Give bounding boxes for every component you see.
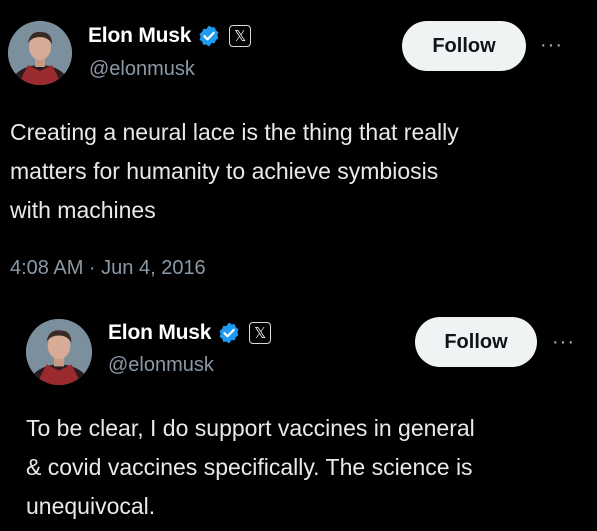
tweet-text: Creating a neural lace is the thing that… — [10, 113, 459, 230]
author-row: Elon Musk 𝕏 — [88, 24, 252, 48]
verified-badge-icon[interactable] — [217, 321, 241, 345]
tweet-text: To be clear, I do support vaccines in ge… — [26, 409, 475, 526]
author-row: Elon Musk 𝕏 — [108, 321, 272, 345]
avatar[interactable] — [8, 21, 72, 85]
x-logo-icon[interactable]: 𝕏 — [249, 322, 272, 344]
username-handle[interactable]: @elonmusk — [89, 58, 195, 81]
tweet-text-line: unequivocal. — [26, 493, 156, 519]
avatar[interactable] — [26, 319, 92, 385]
more-options-icon[interactable]: ··· — [552, 332, 575, 352]
display-name[interactable]: Elon Musk — [88, 24, 191, 48]
display-name[interactable]: Elon Musk — [108, 321, 211, 345]
verified-badge-icon[interactable] — [197, 24, 221, 48]
tweet-text-line: with machines — [10, 197, 156, 223]
tweet-text-line: Creating a neural lace is the thing that… — [10, 119, 459, 145]
avatar-image — [26, 319, 92, 385]
tweet-text-line: To be clear, I do support vaccines in ge… — [26, 415, 475, 441]
avatar-image — [8, 21, 72, 85]
tweet-text-line: & covid vaccines specifically. The scien… — [26, 454, 473, 480]
tweet-main: Elon Musk 𝕏 @elonmusk Follow ··· Creatin… — [0, 0, 597, 300]
tweet-text-line: matters for humanity to achieve symbiosi… — [10, 158, 439, 184]
username-handle[interactable]: @elonmusk — [108, 354, 214, 377]
follow-button[interactable]: Follow — [415, 317, 537, 367]
timestamp[interactable]: 4:08 AM · Jun 4, 2016 — [10, 257, 206, 280]
follow-button[interactable]: Follow — [402, 21, 526, 71]
more-options-icon[interactable]: ··· — [540, 35, 563, 55]
tweet-quoted: Elon Musk 𝕏 @elonmusk Follow ··· To be c… — [20, 305, 597, 531]
x-logo-icon[interactable]: 𝕏 — [229, 25, 252, 47]
